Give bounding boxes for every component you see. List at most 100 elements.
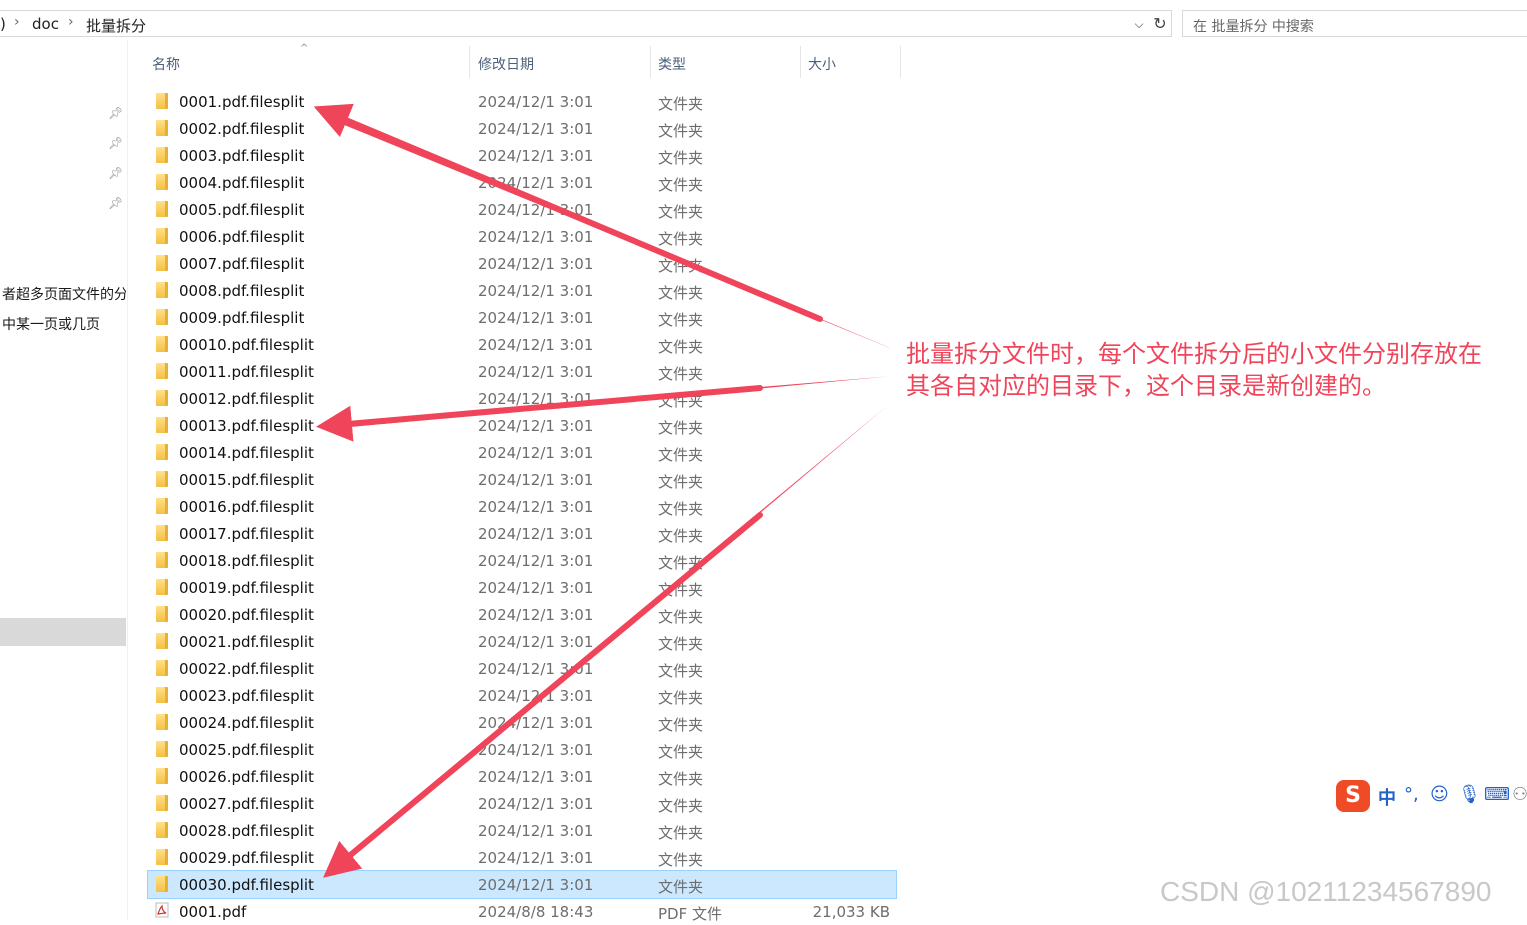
column-divider[interactable] [900, 46, 901, 78]
folder-row[interactable]: 00015.pdf.filesplit 2024/12/1 3:01 文件夹 [148, 466, 896, 493]
folder-icon [156, 606, 168, 622]
column-divider[interactable] [469, 46, 470, 78]
search-placeholder: 在 批量拆分 中搜索 [1193, 19, 1314, 35]
pane-divider[interactable] [127, 40, 128, 920]
folder-icon [156, 417, 168, 433]
column-header-size[interactable]: 大小 [808, 54, 836, 74]
navigation-pane[interactable]: 📌︎ 📌︎ 📌︎ 📌︎ 者超多页面文件的分 中某一页或几页 [0, 40, 128, 920]
column-header-type[interactable]: 类型 [658, 54, 686, 74]
folder-row[interactable]: 00025.pdf.filesplit 2024/12/1 3:01 文件夹 [148, 736, 896, 763]
folder-row[interactable]: 00029.pdf.filesplit 2024/12/1 3:01 文件夹 [148, 844, 896, 871]
column-divider[interactable] [650, 46, 651, 78]
file-type: 文件夹 [658, 527, 704, 545]
folder-icon [156, 471, 168, 487]
folder-row[interactable]: 00019.pdf.filesplit 2024/12/1 3:01 文件夹 [148, 574, 896, 601]
file-name: 0005.pdf.filesplit [179, 201, 305, 219]
folder-row[interactable]: 00018.pdf.filesplit 2024/12/1 3:01 文件夹 [148, 547, 896, 574]
sogou-logo-icon[interactable]: S [1336, 780, 1370, 812]
user-icon[interactable]: ⚇ [1512, 784, 1527, 805]
file-date: 2024/12/1 3:01 [478, 174, 594, 192]
file-date: 2024/12/1 3:01 [478, 876, 594, 894]
file-date: 2024/12/1 3:01 [478, 498, 594, 516]
folder-row[interactable]: 0008.pdf.filesplit 2024/12/1 3:01 文件夹 [148, 277, 896, 304]
folder-row[interactable]: 00021.pdf.filesplit 2024/12/1 3:01 文件夹 [148, 628, 896, 655]
file-name: 00013.pdf.filesplit [179, 417, 314, 435]
file-name: 00012.pdf.filesplit [179, 390, 314, 408]
column-divider[interactable] [800, 46, 801, 78]
folder-row[interactable]: 00013.pdf.filesplit 2024/12/1 3:01 文件夹 [148, 412, 896, 439]
folder-row[interactable]: 00022.pdf.filesplit 2024/12/1 3:01 文件夹 [148, 655, 896, 682]
file-size: 21,033 KB [812, 903, 890, 921]
keyboard-icon[interactable]: ⌨ [1484, 784, 1510, 805]
file-name: 00010.pdf.filesplit [179, 336, 314, 354]
file-type: 文件夹 [658, 716, 704, 734]
breadcrumb-chevron-icon[interactable]: › [14, 14, 20, 30]
file-name: 00011.pdf.filesplit [179, 363, 314, 381]
folder-row[interactable]: 00017.pdf.filesplit 2024/12/1 3:01 文件夹 [148, 520, 896, 547]
folder-row[interactable]: 00014.pdf.filesplit 2024/12/1 3:01 文件夹 [148, 439, 896, 466]
folder-row[interactable]: 00023.pdf.filesplit 2024/12/1 3:01 文件夹 [148, 682, 896, 709]
column-header-name[interactable]: 名称 [152, 54, 180, 74]
file-date: 2024/12/1 3:01 [478, 741, 594, 759]
folder-row[interactable]: 0006.pdf.filesplit 2024/12/1 3:01 文件夹 [148, 223, 896, 250]
folder-row[interactable]: 0007.pdf.filesplit 2024/12/1 3:01 文件夹 [148, 250, 896, 277]
file-date: 2024/12/1 3:01 [478, 822, 594, 840]
file-date: 2024/12/1 3:01 [478, 147, 594, 165]
file-name: 0006.pdf.filesplit [179, 228, 305, 246]
folder-row[interactable]: 0005.pdf.filesplit 2024/12/1 3:01 文件夹 [148, 196, 896, 223]
file-date: 2024/12/1 3:01 [478, 471, 594, 489]
breadcrumb-current[interactable]: 批量拆分 [86, 15, 146, 36]
file-name: 0008.pdf.filesplit [179, 282, 305, 300]
folder-icon [156, 336, 168, 352]
folder-row[interactable]: 0004.pdf.filesplit 2024/12/1 3:01 文件夹 [148, 169, 896, 196]
file-date: 2024/12/1 3:01 [478, 282, 594, 300]
folder-row[interactable]: 00011.pdf.filesplit 2024/12/1 3:01 文件夹 [148, 358, 896, 385]
microphone-icon[interactable]: 🎙︎ [1458, 784, 1481, 805]
ime-toolbar[interactable]: S 中 °, ☺ 🎙︎ ⌨ ⚇ [1336, 780, 1527, 812]
search-input[interactable]: 在 批量拆分 中搜索 [1182, 10, 1527, 37]
column-header-date[interactable]: 修改日期 [478, 54, 534, 74]
chevron-down-icon[interactable]: ⌵ [1130, 15, 1148, 33]
folder-row[interactable]: 00028.pdf.filesplit 2024/12/1 3:01 文件夹 [148, 817, 896, 844]
refresh-icon[interactable]: ↻ [1150, 13, 1170, 35]
folder-row[interactable]: 00027.pdf.filesplit 2024/12/1 3:01 文件夹 [148, 790, 896, 817]
folder-row[interactable]: 0002.pdf.filesplit 2024/12/1 3:01 文件夹 [148, 115, 896, 142]
folder-row[interactable]: 0009.pdf.filesplit 2024/12/1 3:01 文件夹 [148, 304, 896, 331]
ime-punctuation-toggle[interactable]: °, [1404, 784, 1419, 805]
folder-row[interactable]: 0001.pdf.filesplit 2024/12/1 3:01 文件夹 [148, 88, 896, 115]
folder-row[interactable]: 00020.pdf.filesplit 2024/12/1 3:01 文件夹 [148, 601, 896, 628]
folder-icon [156, 876, 168, 892]
breadcrumb-chevron-icon[interactable]: › [68, 14, 74, 30]
folder-icon [156, 552, 168, 568]
file-row[interactable]: 0001.pdf 2024/8/8 18:43 PDF 文件 21,033 KB [148, 898, 896, 925]
file-name: 00022.pdf.filesplit [179, 660, 314, 678]
emoji-icon[interactable]: ☺ [1430, 784, 1449, 805]
annotation-line-2: 其各自对应的目录下，这个目录是新创建的。 [906, 372, 1386, 400]
address-bar[interactable]: ) › doc › 批量拆分 ⌵ ↻ [0, 10, 1172, 37]
folder-row[interactable]: 00026.pdf.filesplit 2024/12/1 3:01 文件夹 [148, 763, 896, 790]
file-date: 2024/12/1 3:01 [478, 417, 594, 435]
folder-row[interactable]: 00010.pdf.filesplit 2024/12/1 3:01 文件夹 [148, 331, 896, 358]
nav-item-selected[interactable] [0, 618, 126, 646]
file-date: 2024/12/1 3:01 [478, 93, 594, 111]
breadcrumb-doc[interactable]: doc [32, 15, 59, 33]
nav-item-2[interactable]: 中某一页或几页 [2, 314, 126, 334]
folder-row[interactable]: 00024.pdf.filesplit 2024/12/1 3:01 文件夹 [148, 709, 896, 736]
file-name: 00030.pdf.filesplit [179, 876, 314, 894]
folder-row[interactable]: 00030.pdf.filesplit 2024/12/1 3:01 文件夹 [147, 870, 897, 899]
ime-mode-toggle[interactable]: 中 [1378, 784, 1396, 810]
file-date: 2024/12/1 3:01 [478, 687, 594, 705]
file-type: 文件夹 [658, 338, 704, 356]
file-name: 00021.pdf.filesplit [179, 633, 314, 651]
file-name: 0007.pdf.filesplit [179, 255, 305, 273]
folder-row[interactable]: 0003.pdf.filesplit 2024/12/1 3:01 文件夹 [148, 142, 896, 169]
folder-row[interactable]: 00016.pdf.filesplit 2024/12/1 3:01 文件夹 [148, 493, 896, 520]
nav-item-1[interactable]: 者超多页面文件的分 [2, 284, 126, 304]
file-type: 文件夹 [658, 635, 704, 653]
folder-row[interactable]: 00012.pdf.filesplit 2024/12/1 3:01 文件夹 [148, 385, 896, 412]
file-name: 00026.pdf.filesplit [179, 768, 314, 786]
file-type: 文件夹 [658, 824, 704, 842]
breadcrumb-root[interactable]: ) [0, 15, 6, 33]
file-type: 文件夹 [658, 500, 704, 518]
file-date: 2024/12/1 3:01 [478, 768, 594, 786]
